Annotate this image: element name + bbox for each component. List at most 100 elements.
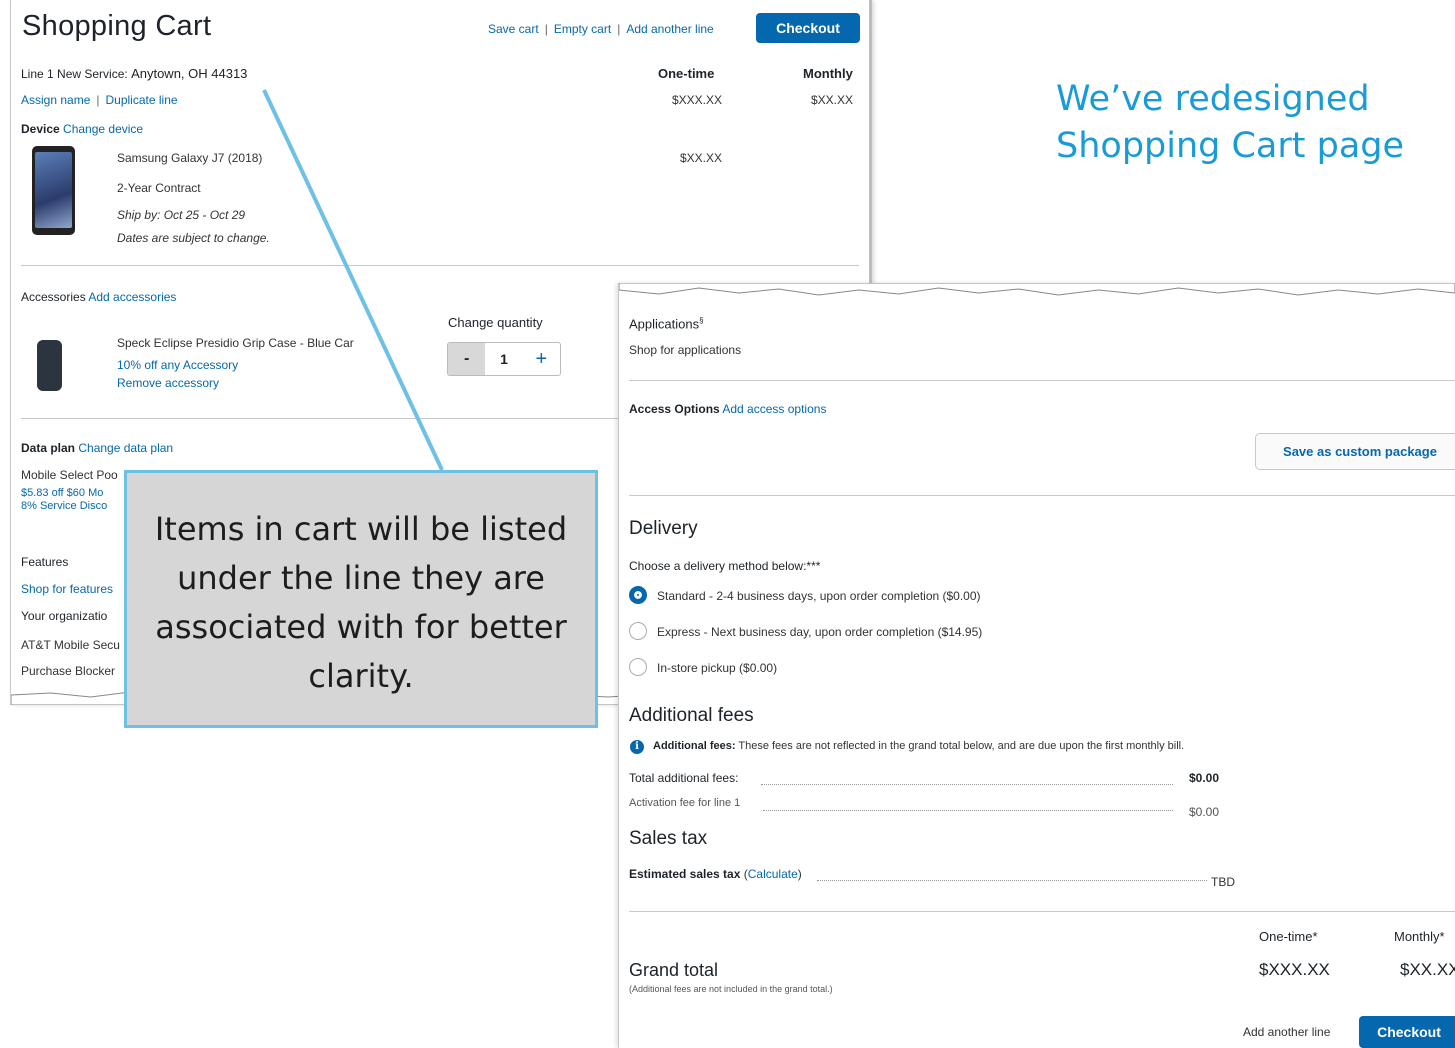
grand-total-monthly-header: Monthly* xyxy=(1394,929,1445,944)
quantity-stepper: - 1 + xyxy=(447,342,561,376)
checkout-summary-panel: Applications§ Shop for applications Acce… xyxy=(618,283,1455,1048)
line-location: Anytown, OH 44313 xyxy=(131,66,248,81)
change-data-plan-link[interactable]: Change data plan xyxy=(78,441,173,455)
device-contract: 2-Year Contract xyxy=(117,181,201,195)
empty-cart-link[interactable]: Empty cart xyxy=(554,22,611,36)
checkout-button[interactable]: Checkout xyxy=(1359,1016,1455,1048)
additional-fees-note-label: Additional fees: xyxy=(653,740,736,752)
save-cart-link[interactable]: Save cart xyxy=(488,22,539,36)
total-additional-fees-value: $0.00 xyxy=(1189,771,1220,785)
add-another-line-link[interactable]: Add another line xyxy=(626,22,713,36)
additional-fees-title: Additional fees xyxy=(629,705,754,726)
grand-total-title: Grand total xyxy=(629,960,719,980)
divider xyxy=(629,380,1455,381)
change-quantity-label: Change quantity xyxy=(448,315,543,330)
cart-top-links: Save cart | Empty cart | Add another line xyxy=(488,22,714,36)
line-header: Line 1 New Service: Anytown, OH 44313 xyxy=(21,66,247,81)
line-actions: Assign name | Duplicate line xyxy=(21,93,178,107)
grand-total-monthly-value: $XX.XX xyxy=(1400,960,1455,979)
one-time-column-header: One-time xyxy=(658,66,715,81)
estimated-sales-tax-value: TBD xyxy=(1211,875,1235,889)
dotted-leader xyxy=(817,880,1207,881)
change-device-link[interactable]: Change device xyxy=(63,122,143,136)
phone-case-image xyxy=(37,340,62,391)
estimated-sales-tax-label: Estimated sales tax (Calculate) xyxy=(629,867,802,881)
additional-fees-note: Additional fees: These fees are not refl… xyxy=(653,740,1184,752)
accessory-name: Speck Eclipse Presidio Grip Case - Blue … xyxy=(117,336,354,350)
device-ship-date: Ship by: Oct 25 - Oct 29 xyxy=(117,208,246,222)
access-options-label: Access Options xyxy=(629,402,720,416)
accessory-promo[interactable]: 10% off any Accessory xyxy=(117,358,238,372)
data-plan-promo-1[interactable]: $5.83 off $60 Mo xyxy=(21,487,103,499)
callout-text: Items in cart will be listed under the l… xyxy=(154,510,568,695)
quantity-value[interactable]: 1 xyxy=(485,343,522,375)
accessories-section-header: Accessories Add accessories xyxy=(21,290,176,304)
quantity-increase-button[interactable]: + xyxy=(523,343,560,375)
line-onetime-price: $XXX.XX xyxy=(672,93,723,107)
page-title: Shopping Cart xyxy=(22,10,212,42)
link-separator: | xyxy=(544,22,548,36)
divider xyxy=(629,495,1455,496)
delivery-radio-instore[interactable] xyxy=(629,658,647,676)
access-options-header: Access Options Add access options xyxy=(629,402,826,416)
line-label: Line 1 New Service: xyxy=(21,67,128,81)
applications-footnote-mark: § xyxy=(699,316,704,325)
accessories-label: Accessories xyxy=(21,290,86,304)
dotted-leader xyxy=(761,784,1173,785)
delivery-title: Delivery xyxy=(629,518,698,539)
data-plan-promo-2[interactable]: 8% Service Disco xyxy=(21,500,107,512)
applications-label: Applications§ xyxy=(629,316,704,332)
torn-edge xyxy=(619,283,1455,296)
monthly-column-header: Monthly xyxy=(803,66,853,81)
add-access-options-link[interactable]: Add access options xyxy=(722,402,826,416)
delivery-option-instore[interactable]: In-store pickup ($0.00) xyxy=(657,661,777,675)
checkout-button[interactable]: Checkout xyxy=(756,13,860,43)
delivery-prompt: Choose a delivery method below:*** xyxy=(629,559,821,573)
calculate-tax-link[interactable]: Calculate xyxy=(748,867,798,881)
duplicate-line-link[interactable]: Duplicate line xyxy=(106,93,178,107)
info-icon: i xyxy=(630,740,644,754)
remove-accessory-link[interactable]: Remove accessory xyxy=(117,376,219,390)
divider xyxy=(629,911,1455,912)
shop-applications-link[interactable]: Shop for applications xyxy=(629,343,741,357)
sales-tax-title: Sales tax xyxy=(629,828,708,849)
data-plan-section-header: Data plan Change data plan xyxy=(21,441,173,455)
save-custom-package-button[interactable]: Save as custom package xyxy=(1255,433,1455,470)
total-additional-fees-label: Total additional fees: xyxy=(629,771,739,785)
divider xyxy=(21,265,859,266)
organization-label: Your organizatio xyxy=(21,609,108,623)
link-separator: | xyxy=(96,93,100,107)
redesign-headline: We’ve redesigned Shopping Cart page xyxy=(1056,76,1404,170)
assign-name-link[interactable]: Assign name xyxy=(21,93,90,107)
device-label: Device xyxy=(21,122,60,136)
delivery-radio-standard[interactable] xyxy=(629,586,647,604)
features-label: Features xyxy=(21,555,69,569)
dotted-leader xyxy=(763,810,1173,811)
device-section-header: Device Change device xyxy=(21,122,143,136)
grand-total-onetime-value: $XXX.XX xyxy=(1259,960,1330,979)
line-monthly-price: $XX.XX xyxy=(811,93,854,107)
device-price: $XX.XX xyxy=(680,151,723,165)
link-separator: | xyxy=(617,22,621,36)
shop-features-link[interactable]: Shop for features xyxy=(21,582,113,596)
delivery-option-express[interactable]: Express - Next business day, upon order … xyxy=(657,625,982,639)
callout-box: Items in cart will be listed under the l… xyxy=(124,470,598,728)
activation-fee-value: $0.00 xyxy=(1189,805,1220,819)
data-plan-name: Mobile Select Poo xyxy=(21,468,118,482)
delivery-option-standard[interactable]: Standard - 2-4 business days, upon order… xyxy=(657,589,981,603)
divider xyxy=(21,418,621,419)
headline-line-1: We’ve redesigned xyxy=(1056,79,1370,119)
headline-line-2: Shopping Cart page xyxy=(1056,126,1405,166)
activation-fee-label: Activation fee for line 1 xyxy=(629,797,741,809)
grand-total-onetime-header: One-time* xyxy=(1259,929,1318,944)
device-ship-note: Dates are subject to change. xyxy=(117,231,270,245)
quantity-decrease-button[interactable]: - xyxy=(448,343,486,375)
add-another-line-link[interactable]: Add another line xyxy=(1243,1025,1330,1039)
additional-fees-note-text: These fees are not reflected in the gran… xyxy=(738,740,1185,752)
device-name: Samsung Galaxy J7 (2018) xyxy=(117,151,263,165)
grand-total-note: (Additional fees are not included in the… xyxy=(629,984,833,994)
feature-item-purchase-blocker: Purchase Blocker xyxy=(21,664,116,678)
data-plan-label: Data plan xyxy=(21,441,76,455)
add-accessories-link[interactable]: Add accessories xyxy=(88,290,176,304)
delivery-radio-express[interactable] xyxy=(629,622,647,640)
